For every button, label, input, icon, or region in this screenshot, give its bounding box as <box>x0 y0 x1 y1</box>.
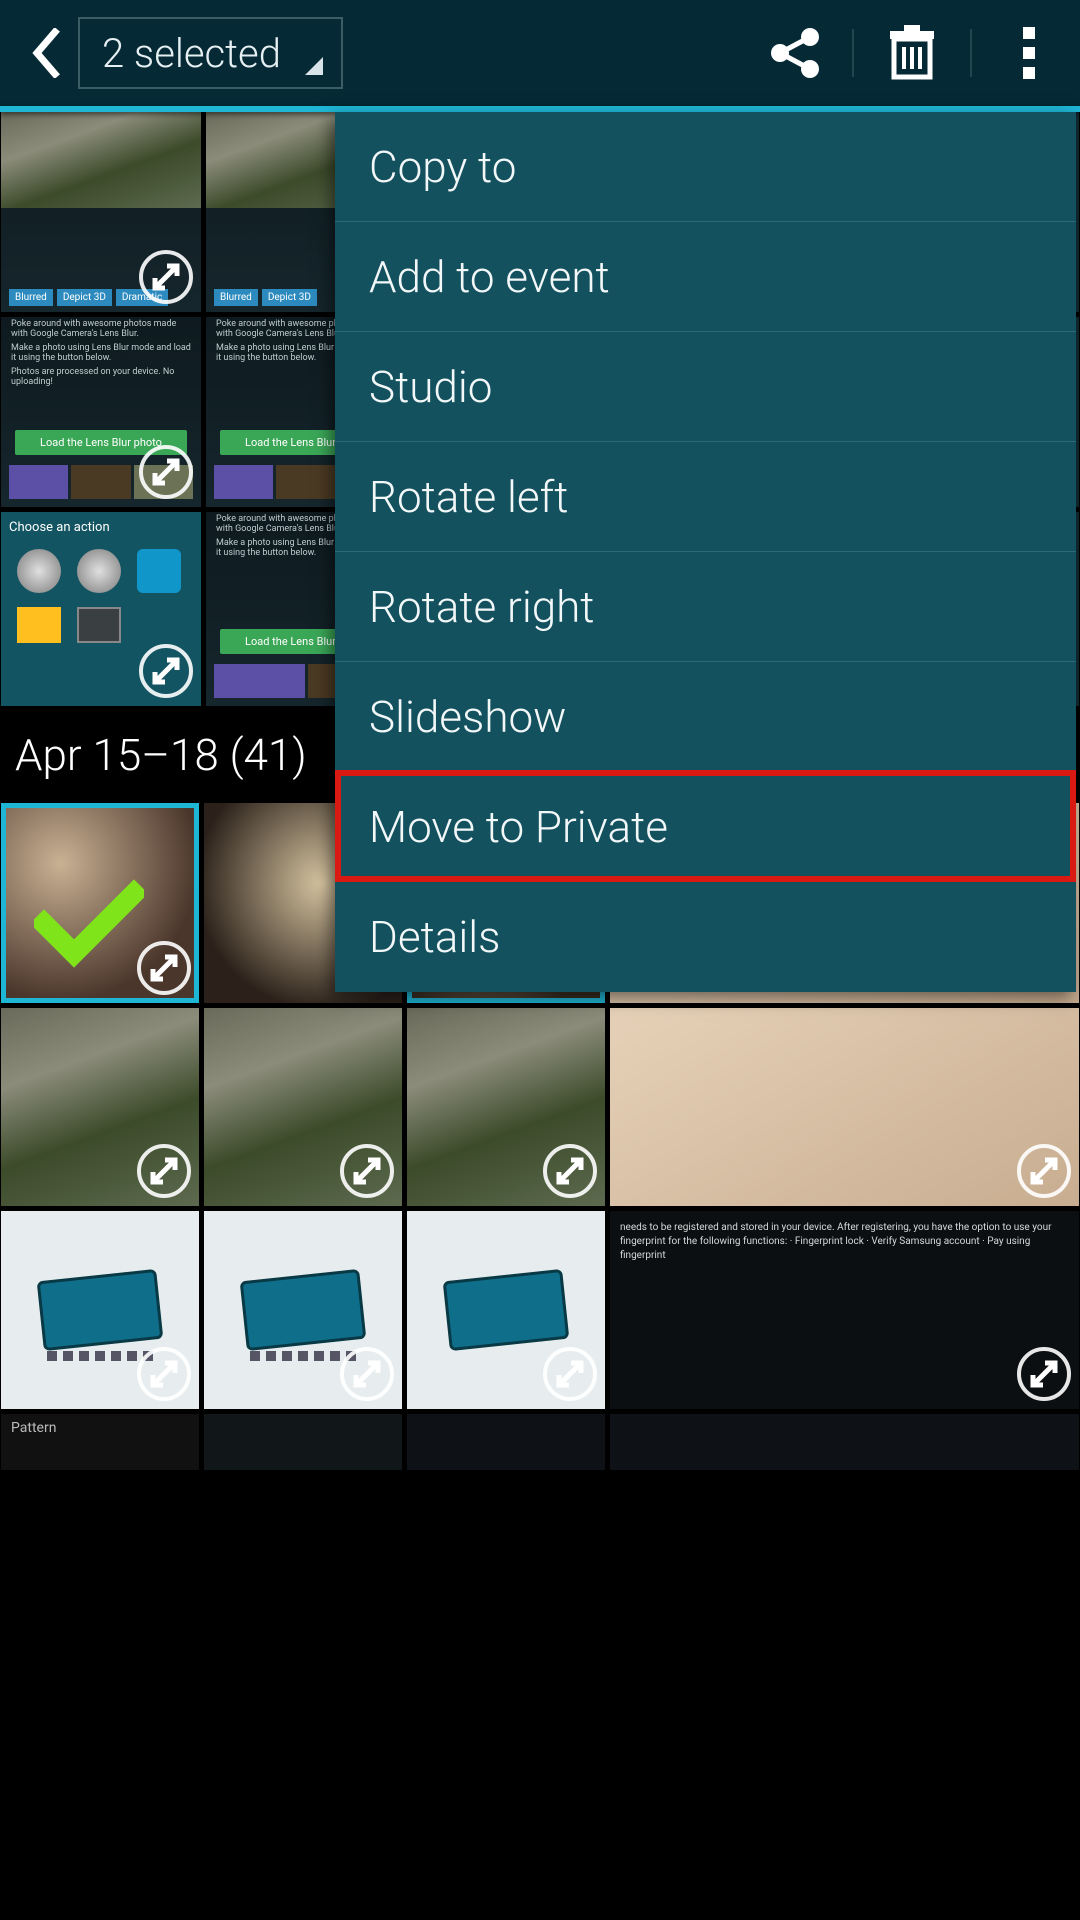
header-actions <box>764 23 1060 83</box>
thumb-text: needs to be registered and stored in you… <box>620 1221 1069 1263</box>
gallery-thumbnail[interactable] <box>1 1211 199 1409</box>
gallery-thumbnail[interactable] <box>1 1008 199 1206</box>
expand-icon[interactable] <box>340 1144 394 1198</box>
overflow-menu-button[interactable] <box>1000 23 1060 83</box>
menu-item-rotate-right[interactable]: Rotate right <box>335 552 1076 662</box>
menu-item-rotate-left[interactable]: Rotate left <box>335 442 1076 552</box>
expand-icon[interactable] <box>137 1347 191 1401</box>
menu-item-studio[interactable]: Studio <box>335 332 1076 442</box>
expand-icon[interactable] <box>139 445 193 499</box>
gallery-thumbnail[interactable]: Pattern <box>1 1414 199 1470</box>
expand-icon[interactable] <box>543 1144 597 1198</box>
chip-label: Blurred <box>214 289 258 306</box>
expand-icon[interactable] <box>137 941 191 995</box>
header-divider <box>852 29 854 77</box>
expand-icon[interactable] <box>1017 1144 1071 1198</box>
gallery-thumbnail[interactable]: needs to be registered and stored in you… <box>610 1211 1079 1409</box>
overflow-menu: Copy to Add to event Studio Rotate left … <box>335 112 1076 992</box>
selected-check-icon <box>34 880 144 974</box>
chip-label: Depict 3D <box>262 289 317 306</box>
delete-button[interactable] <box>882 23 942 83</box>
gallery-thumbnail[interactable] <box>610 1414 1079 1470</box>
share-button[interactable] <box>764 23 824 83</box>
gallery-thumbnail[interactable] <box>407 1211 605 1409</box>
gallery-thumbnail[interactable]: Poke around with awesome photos made wit… <box>1 317 201 507</box>
expand-icon[interactable] <box>340 1347 394 1401</box>
expand-icon[interactable] <box>139 250 193 304</box>
menu-item-copy-to[interactable]: Copy to <box>335 112 1076 222</box>
menu-item-move-to-private[interactable]: Move to Private <box>335 772 1076 882</box>
gallery-thumbnail[interactable] <box>407 1008 605 1206</box>
dropdown-triangle-icon <box>305 57 323 75</box>
thumb-text: Poke around with awesome photos made wit… <box>1 317 201 341</box>
menu-item-slideshow[interactable]: Slideshow <box>335 662 1076 772</box>
app-header: 2 selected <box>0 0 1080 106</box>
chip-label: Depict 3D <box>57 289 112 306</box>
selection-dropdown[interactable]: 2 selected <box>78 17 343 89</box>
gallery-thumbnail[interactable]: Blurred Depict 3D Dramatic <box>1 112 201 312</box>
gallery-thumbnail[interactable] <box>610 1008 1079 1206</box>
chevron-left-icon <box>29 28 61 78</box>
trash-icon <box>886 25 938 81</box>
thumb-text: Photos are processed on your device. No … <box>1 365 201 389</box>
expand-icon[interactable] <box>137 1144 191 1198</box>
gallery-thumbnail[interactable]: Choose an action <box>1 512 201 706</box>
gallery-thumbnail[interactable] <box>204 1008 402 1206</box>
gallery-thumbnail-selected[interactable] <box>1 803 199 1003</box>
gallery-thumbnail[interactable] <box>204 1414 402 1470</box>
thumb-text: Make a photo using Lens Blur mode and lo… <box>1 341 201 365</box>
share-icon <box>766 25 822 81</box>
thumb-text: Pattern <box>11 1420 56 1436</box>
chooser-title: Choose an action <box>9 520 193 535</box>
gallery-thumbnail[interactable] <box>407 1414 605 1470</box>
selection-count-label: 2 selected <box>102 30 281 77</box>
expand-icon[interactable] <box>1017 1347 1071 1401</box>
more-vert-icon <box>1023 27 1037 79</box>
expand-icon[interactable] <box>139 644 193 698</box>
gallery-thumbnail[interactable] <box>204 1211 402 1409</box>
back-button[interactable] <box>20 23 70 83</box>
chip-label: Blurred <box>9 289 53 306</box>
menu-item-add-to-event[interactable]: Add to event <box>335 222 1076 332</box>
header-divider <box>970 29 972 77</box>
expand-icon[interactable] <box>543 1347 597 1401</box>
menu-item-details[interactable]: Details <box>335 882 1076 992</box>
